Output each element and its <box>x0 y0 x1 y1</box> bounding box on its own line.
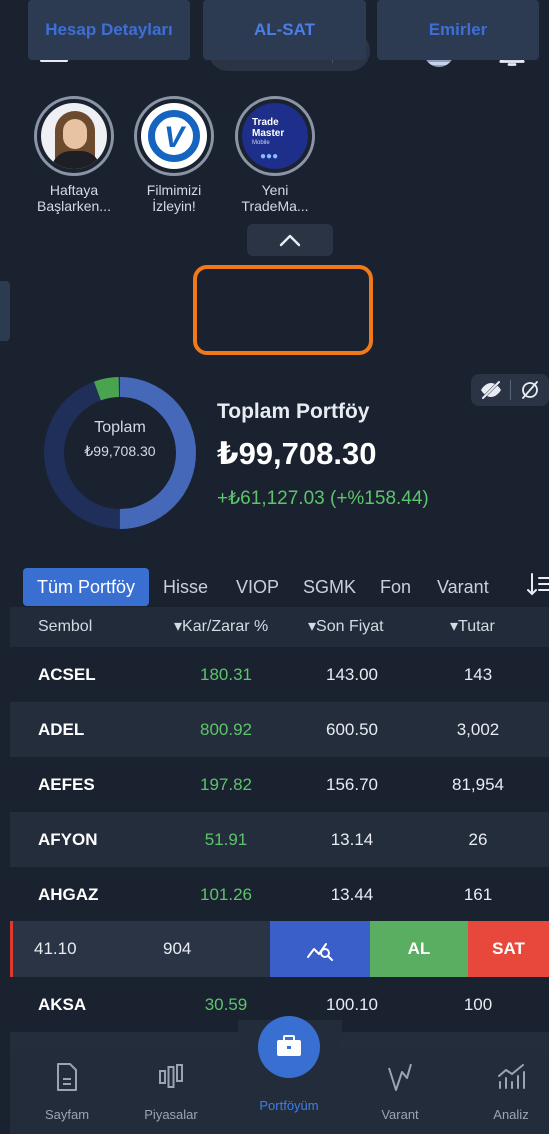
action-bar-value: 41.10 <box>34 939 77 958</box>
row-symbol: AEFES <box>38 775 95 794</box>
document-icon <box>57 1063 77 1091</box>
table-row[interactable]: ACSEL 180.31 143.00 143 <box>10 647 549 702</box>
table-row[interactable]: ADEL 800.92 600.50 3,002 <box>10 702 549 757</box>
story-item[interactable]: Haftaya Başlarken... <box>34 96 114 214</box>
row-pl: 180.31 <box>200 665 252 684</box>
donut-value: ₺99,708.30 <box>84 443 156 459</box>
tab-fon[interactable]: Fon <box>380 568 411 606</box>
nav-portfoyum[interactable]: Portföyüm <box>244 1088 334 1113</box>
varant-icon <box>388 1063 412 1091</box>
column-header-amount[interactable]: ▾Tutar <box>450 607 495 647</box>
analysis-button[interactable] <box>270 921 370 977</box>
portfolio-fab[interactable] <box>258 1016 320 1078</box>
divider <box>510 380 511 400</box>
story-ring <box>34 96 114 176</box>
row-amount: 161 <box>463 885 493 904</box>
row-amount: 26 <box>468 830 488 849</box>
filter-tabs: Tüm Portföy Hisse VIOP SGMK Fon Varant <box>0 568 549 606</box>
nav-piyasalar[interactable]: Piyasalar <box>126 1062 216 1122</box>
sort-icon[interactable] <box>527 570 549 600</box>
hide-balance-icon[interactable] <box>519 380 541 400</box>
candlestick-icon <box>159 1064 183 1088</box>
row-pl: 51.91 <box>204 830 248 849</box>
row-symbol: ADEL <box>38 720 85 739</box>
story-ring: Trade Master Mobile ●●● <box>235 96 315 176</box>
highlight-frame <box>193 265 373 355</box>
portfolio-change: +₺61,127.03 (+%158.44) <box>217 488 429 509</box>
previous-tab-edge[interactable] <box>0 281 10 341</box>
table-row[interactable]: AFYON 51.91 13.14 26 <box>10 812 549 867</box>
brand-logo: V <box>141 103 207 169</box>
column-header-symbol[interactable]: Sembol <box>38 607 92 647</box>
donut-label: Toplam <box>94 419 146 436</box>
tab-sgmk[interactable]: SGMK <box>303 568 356 606</box>
row-pl: 197.82 <box>200 775 252 794</box>
nav-varant[interactable]: Varant <box>355 1062 445 1122</box>
buy-button[interactable]: AL <box>370 921 468 977</box>
row-action-bar: 41.10 904 AL SAT <box>10 921 549 977</box>
row-amount: 81,954 <box>452 775 504 794</box>
portfolio-title: Toplam Portföy <box>217 400 370 423</box>
row-indicator <box>10 921 13 977</box>
story-label: Filmimizi İzleyin! <box>146 182 202 214</box>
portfolio-value: ₺99,708.30 <box>217 436 377 471</box>
column-header-pl[interactable]: ▾Kar/Zarar % <box>174 607 268 647</box>
row-price: 600.50 <box>326 720 378 739</box>
column-header-price[interactable]: ▾Son Fiyat <box>308 607 384 647</box>
analytics-icon <box>498 1064 525 1089</box>
tab-varant[interactable]: Varant <box>437 568 489 606</box>
row-price: 156.70 <box>326 775 378 794</box>
sort-down-icon: ▾ <box>450 618 459 635</box>
row-symbol: AKSA <box>38 995 87 1014</box>
chart-search-icon <box>307 943 333 961</box>
story-label: Haftaya Başlarken... <box>37 182 111 214</box>
story-label: Yeni TradeMa... <box>241 182 309 214</box>
briefcase-icon <box>277 1035 301 1056</box>
tab-emirler[interactable]: Emirler <box>377 0 539 60</box>
tab-tum-portfoy[interactable]: Tüm Portföy <box>23 568 150 606</box>
story-item[interactable]: V Filmimizi İzleyin! <box>134 96 214 214</box>
action-bar-quantity: 904 <box>163 939 192 958</box>
sell-button[interactable]: SAT <box>468 921 549 977</box>
tab-viop[interactable]: VIOP <box>236 568 279 606</box>
row-pl: 800.92 <box>200 720 252 739</box>
sort-down-icon: ▾ <box>308 618 317 635</box>
row-pl: 101.26 <box>200 885 252 904</box>
tab-hisse[interactable]: Hisse <box>163 568 208 606</box>
table-row[interactable]: AHGAZ 101.26 13.44 161 <box>10 867 549 922</box>
tab-al-sat[interactable]: AL-SAT <box>203 0 366 60</box>
row-price: 143.00 <box>326 665 378 684</box>
story-item[interactable]: Trade Master Mobile ●●● Yeni TradeMa... <box>235 96 315 214</box>
row-symbol: AHGAZ <box>38 885 99 904</box>
avatar-image <box>41 103 107 169</box>
nav-analiz[interactable]: Analiz <box>466 1062 549 1122</box>
table-header: Sembol ▾Kar/Zarar % ▾Son Fiyat ▾Tutar <box>10 607 549 647</box>
table-row[interactable]: AEFES 197.82 156.70 81,954 <box>10 757 549 812</box>
collapse-button[interactable] <box>247 224 333 256</box>
row-price: 13.44 <box>330 885 374 904</box>
row-amount: 143 <box>463 665 493 684</box>
row-symbol: AFYON <box>38 830 98 849</box>
row-symbol: ACSEL <box>38 665 96 684</box>
visibility-toggle[interactable] <box>471 374 549 406</box>
donut-center: Toplam ₺99,708.30 <box>44 377 196 529</box>
chevron-up-icon <box>279 234 301 247</box>
sort-down-icon: ▾ <box>174 618 183 635</box>
row-amount: 3,002 <box>456 720 500 739</box>
row-amount: 100 <box>463 995 493 1014</box>
nav-sayfam[interactable]: Sayfam <box>22 1062 112 1122</box>
story-ring: V <box>134 96 214 176</box>
eye-off-icon[interactable] <box>479 380 503 400</box>
trademaster-logo: Trade Master Mobile ●●● <box>242 103 308 169</box>
tab-hesap-detaylari[interactable]: Hesap Detayları <box>28 0 190 60</box>
row-price: 13.14 <box>330 830 374 849</box>
